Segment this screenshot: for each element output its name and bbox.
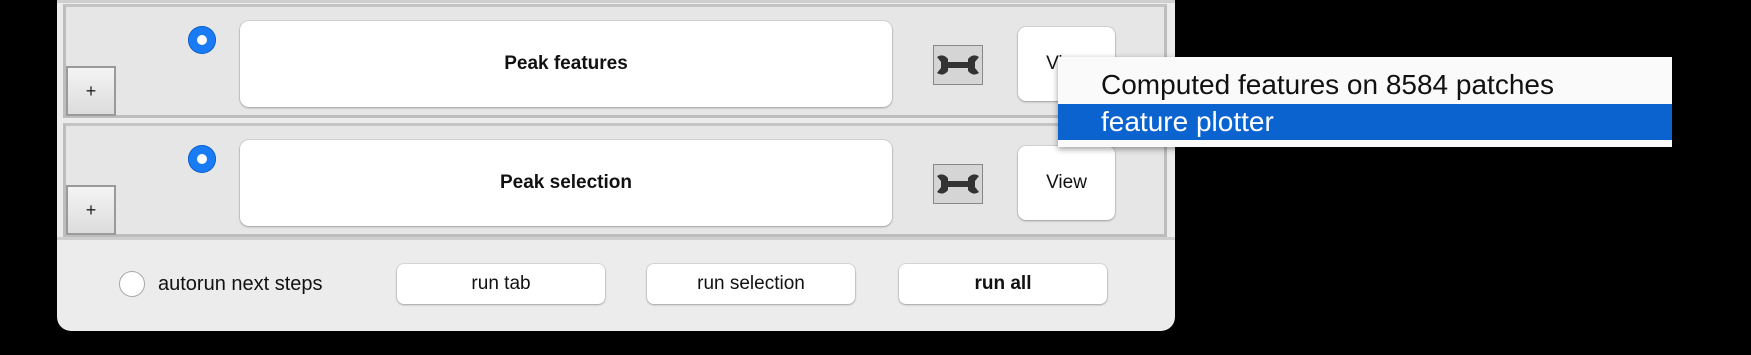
step-radio-selected[interactable] — [188, 26, 216, 54]
run-tab-button[interactable]: run tab — [397, 264, 605, 304]
view-button[interactable]: View — [1018, 146, 1115, 220]
wrench-icon[interactable] — [933, 45, 983, 85]
menu-item-computed-features[interactable]: Computed features on 8584 patches — [1058, 67, 1672, 103]
step-button-peak-features[interactable]: Peak features — [240, 21, 892, 107]
autorun-label: autorun next steps — [158, 273, 323, 295]
run-selection-button[interactable]: run selection — [647, 264, 855, 304]
bottom-divider — [57, 237, 1175, 240]
step-row-peak-selection: + Peak selection View — [63, 123, 1167, 237]
autorun-radio[interactable] — [119, 271, 145, 297]
step-row-peak-features: + Peak features View — [63, 4, 1167, 118]
view-popup-menu: Computed features on 8584 patches featur… — [1058, 57, 1672, 147]
run-all-button[interactable]: run all — [899, 264, 1107, 304]
expand-step-button[interactable]: + — [66, 66, 116, 116]
expand-step-button[interactable]: + — [66, 185, 116, 235]
step-radio-selected[interactable] — [188, 145, 216, 173]
wrench-icon[interactable] — [933, 164, 983, 204]
pipeline-panel: + Peak features View + Peak selection Vi… — [57, 0, 1175, 331]
menu-item-feature-plotter[interactable]: feature plotter — [1058, 104, 1672, 140]
top-divider — [57, 0, 1175, 3]
step-button-peak-selection[interactable]: Peak selection — [240, 140, 892, 226]
